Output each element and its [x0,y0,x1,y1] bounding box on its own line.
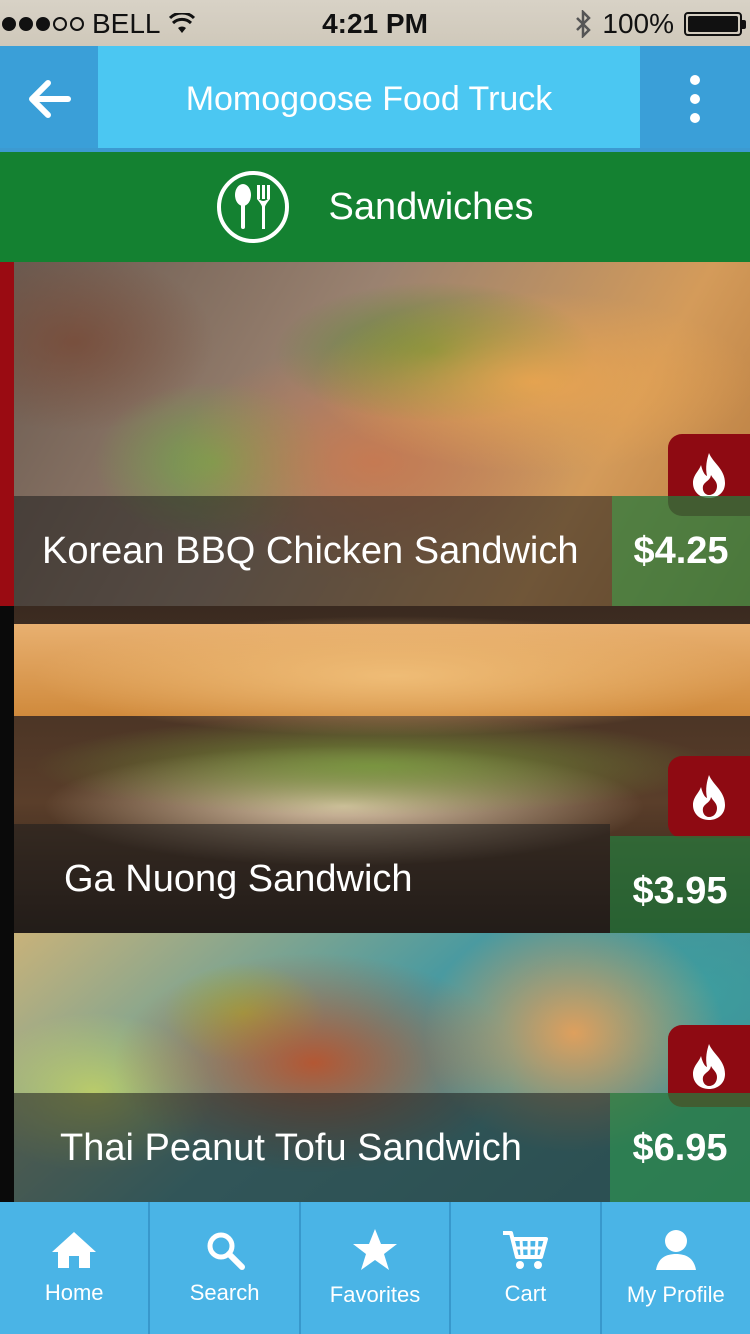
bluetooth-icon [576,10,592,38]
status-right: 100% [574,8,746,40]
item-accent-bar [0,262,14,606]
spicy-badge [668,756,750,838]
overflow-menu-button[interactable] [640,46,750,152]
search-icon [207,1232,245,1270]
item-price: $4.25 [612,496,750,606]
menu-item[interactable]: Ga Nuong Sandwich $3.95 [0,606,750,933]
tab-label: Search [189,1280,260,1305]
arrow-left-icon [29,80,71,118]
battery-percent: 100% [602,8,674,39]
item-accent-bar [0,606,14,933]
item-price: $3.95 [610,836,750,933]
tab-favorites[interactable]: Favorites [301,1202,452,1334]
user-icon [655,1230,696,1270]
menu-item[interactable]: Thai Peanut Tofu Sandwich $6.95 [0,933,750,1202]
tab-label: My Profile [626,1282,725,1307]
fire-icon [693,775,725,820]
more-vertical-icon [690,75,700,123]
back-button[interactable] [0,46,98,152]
tab-search[interactable]: Search [150,1202,301,1334]
page-title: Momogoose Food Truck [185,79,553,118]
item-name: Ga Nuong Sandwich [14,824,610,933]
app-screen: BELL 4:21 PM 100% Momogoose Food Truck S… [0,0,750,1334]
tab-label: Home [44,1280,104,1305]
menu-item[interactable]: Korean BBQ Chicken Sandwich $4.25 [0,262,750,606]
tab-home[interactable]: Home [0,1202,151,1334]
home-icon [52,1232,97,1268]
item-name: Korean BBQ Chicken Sandwich [14,496,612,606]
fire-icon [693,453,725,498]
tab-label: Cart [504,1281,547,1306]
item-accent-bar [0,933,14,1202]
category-title: Sandwiches [328,185,534,228]
status-bar: BELL 4:21 PM 100% [0,0,750,46]
fire-icon [693,1044,725,1089]
cart-icon [503,1231,549,1269]
utensils-icon [216,171,289,243]
battery-icon [684,12,746,36]
item-name: Thai Peanut Tofu Sandwich [14,1093,610,1202]
bottom-tab-bar: Home Search Favorites Cart My Profile [0,1202,750,1334]
tab-my-profile[interactable]: My Profile [602,1202,750,1334]
item-price: $6.95 [610,1093,750,1202]
app-header: Momogoose Food Truck [0,46,750,152]
star-icon [353,1229,398,1270]
category-banner: Sandwiches [0,152,750,262]
tab-cart[interactable]: Cart [451,1202,602,1334]
tab-label: Favorites [329,1282,421,1307]
